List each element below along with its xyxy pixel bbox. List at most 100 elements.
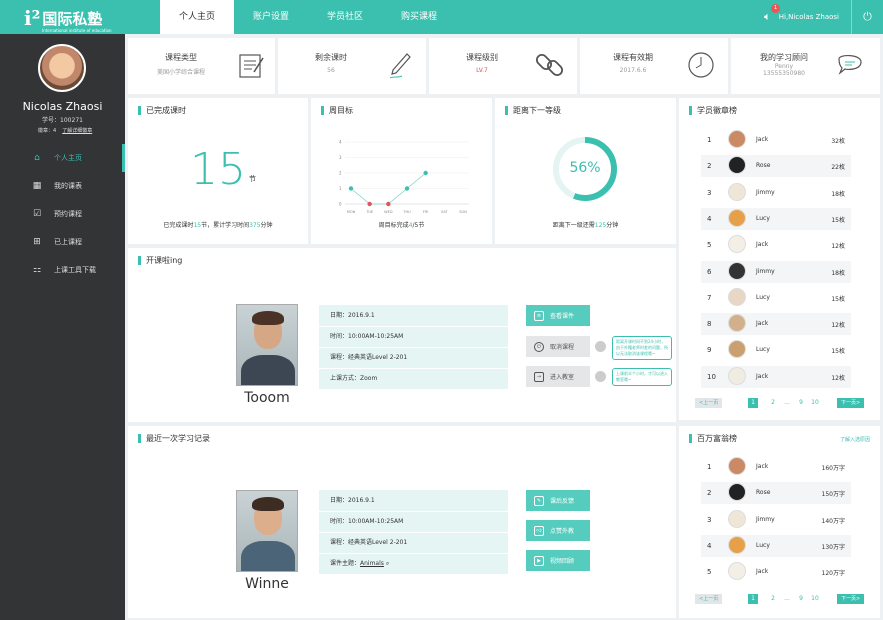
rich-rank-link[interactable]: 了解入选原因: [840, 436, 870, 443]
prev-page-button[interactable]: <上一页: [695, 398, 723, 408]
page-10[interactable]: 10: [810, 594, 820, 604]
avatar[interactable]: [38, 44, 86, 92]
stat-advisor[interactable]: 我的学习顾问 Penny 13555350980: [731, 38, 880, 94]
record-topic: 课件主题：Animals ⌕: [330, 560, 390, 567]
feedback-button[interactable]: ✎ 课后反馈: [526, 490, 590, 511]
avatar[interactable]: [728, 562, 746, 581]
rank-row[interactable]: 3 Jimmy 18枚: [701, 182, 851, 204]
rank-row[interactable]: 9 Lucy 15枚: [701, 339, 851, 361]
sidebar-item-schedule[interactable]: ▦ 我的课表: [0, 172, 125, 200]
page-1[interactable]: 1: [748, 594, 758, 604]
rank-row[interactable]: 5 Jack 12枚: [701, 234, 851, 256]
avatar[interactable]: [728, 366, 746, 385]
avatar[interactable]: [728, 208, 746, 227]
notification-icon[interactable]: 🔈︎ 1: [764, 4, 781, 24]
rank-row[interactable]: 2 Rose 150万字: [701, 482, 851, 505]
page-10[interactable]: 10: [810, 398, 820, 408]
y-tick-label: 2: [339, 171, 342, 176]
rank-row[interactable]: 1 Jack 32枚: [701, 129, 851, 151]
sidebar-item-home[interactable]: ⌂ 个人主页: [0, 144, 125, 172]
rank-row[interactable]: 8 Jack 12枚: [701, 313, 851, 336]
stat-title: 剩余课时: [315, 53, 347, 62]
stat-remaining-hours: 剩余课时 56: [278, 38, 426, 94]
y-tick-label: 3: [339, 155, 342, 160]
rank-row[interactable]: 1 Jack 160万字: [701, 456, 851, 478]
avatar[interactable]: [728, 457, 746, 475]
teacher-name: Tooom: [244, 390, 290, 406]
tab-account-settings[interactable]: 账户设置: [234, 0, 308, 34]
rank-count: 22枚: [831, 164, 845, 172]
card-weekly-goal: 周目标 4 3 2 1 0 MON TUE WED THU FRI SAT SUN 周目标完成4/5节: [311, 98, 492, 244]
card-recent-record: 最近一次学习记录 Winne 日期：2016.9.1 时间：10:00AM-10…: [128, 426, 676, 618]
rank-row[interactable]: 10 Jack 12枚: [701, 365, 851, 388]
rank-row[interactable]: 4 Lucy 15枚: [701, 207, 851, 230]
tab-buy-courses[interactable]: 购买课程: [382, 0, 456, 34]
logo[interactable]: i² 国际私塾 International institute of educa…: [24, 6, 112, 33]
rich-rank-pager: <上一页 1 2 ... 9 10 下一页>: [695, 592, 869, 606]
avatar[interactable]: [728, 156, 746, 175]
user-greeting[interactable]: Hi,Nicolas Zhaosi: [779, 13, 839, 21]
avatar[interactable]: [728, 261, 746, 280]
enter-classroom-button[interactable]: → 进入教室: [526, 366, 590, 387]
card-title: 百万富翁榜: [689, 434, 737, 443]
rank-row[interactable]: 4 Lucy 130万字: [701, 534, 851, 557]
page-1[interactable]: 1: [748, 398, 758, 408]
page-9[interactable]: 9: [796, 594, 806, 604]
cancel-toggle[interactable]: [595, 341, 606, 352]
avatar[interactable]: [728, 509, 746, 528]
prev-page-button[interactable]: <上一页: [695, 594, 723, 604]
check-icon: ☑: [32, 209, 42, 219]
avatar[interactable]: [728, 287, 746, 306]
rank-row[interactable]: 3 Jimmy 140万字: [701, 509, 851, 531]
sidebar-item-downloads[interactable]: ⚏ 上课工具下载: [0, 256, 125, 284]
main-tabs: 个人主页 账户设置 学员社区 购买课程: [160, 0, 456, 34]
avatar[interactable]: [728, 340, 746, 359]
avatar[interactable]: [728, 535, 746, 554]
rank-name: Lucy: [756, 541, 770, 549]
next-page-button[interactable]: 下一页>: [837, 594, 865, 604]
sidebar-item-book[interactable]: ☑ 预约课程: [0, 200, 125, 228]
video-review-button[interactable]: ▶ 视频回顾: [526, 550, 590, 571]
rank-count: 12枚: [831, 322, 845, 330]
top-bar: i² 国际私塾 International institute of educa…: [0, 0, 883, 34]
like-teacher-button[interactable]: 👍︎ 点赞外教: [526, 520, 590, 541]
advisor-phone: 13555350980: [763, 70, 805, 77]
rank-row[interactable]: 6 Jimmy 18枚: [701, 260, 851, 283]
view-courseware-button[interactable]: ≡ 查看课件: [526, 305, 590, 326]
rank-number: 1: [707, 136, 712, 144]
avatar[interactable]: [728, 483, 746, 502]
rank-name: Jimmy: [756, 188, 775, 196]
tab-home[interactable]: 个人主页: [160, 0, 235, 34]
avatar[interactable]: [728, 182, 746, 201]
sidebar: Nicolas Zhaosi 学号：100271 徽章：4 了解详细徽章 ⌂ 个人主…: [0, 34, 125, 620]
sidebar-item-attended[interactable]: ⊞ 已上课程: [0, 228, 125, 256]
cancel-class-button[interactable]: ⏻ 取消课程: [526, 336, 590, 357]
rank-row[interactable]: 5 Jack 120万字: [701, 561, 851, 583]
tab-community[interactable]: 学员社区: [308, 0, 382, 34]
stat-value: 56: [327, 67, 335, 74]
page-2[interactable]: 2: [768, 398, 778, 408]
advisor-name: Penny: [774, 63, 794, 70]
avatar[interactable]: [728, 130, 746, 148]
avatar[interactable]: [728, 314, 746, 333]
y-tick-label: 0: [339, 202, 342, 207]
rank-name: Jack: [756, 320, 769, 328]
medal-detail-link[interactable]: 了解详细徽章: [62, 128, 92, 134]
rank-name: Lucy: [756, 346, 770, 354]
rank-row[interactable]: 7 Lucy 15枚: [701, 287, 851, 309]
rank-number: 2: [707, 162, 712, 171]
search-icon[interactable]: ⌕: [386, 560, 389, 567]
thumbs-up-icon: 👍︎: [534, 525, 544, 536]
rank-count: 18枚: [831, 190, 845, 198]
rank-row[interactable]: 2 Rose 22枚: [701, 155, 851, 178]
next-page-button[interactable]: 下一页>: [837, 398, 865, 408]
topic-link[interactable]: Animals: [360, 560, 384, 567]
avatar[interactable]: [728, 235, 746, 254]
rank-number: 1: [707, 463, 712, 471]
enter-toggle[interactable]: [595, 371, 606, 382]
page-9[interactable]: 9: [796, 398, 806, 408]
data-point: [348, 186, 354, 191]
page-2[interactable]: 2: [768, 594, 778, 604]
logout-power-icon[interactable]: ⏻: [851, 0, 883, 34]
rank-count: 160万字: [821, 465, 845, 472]
